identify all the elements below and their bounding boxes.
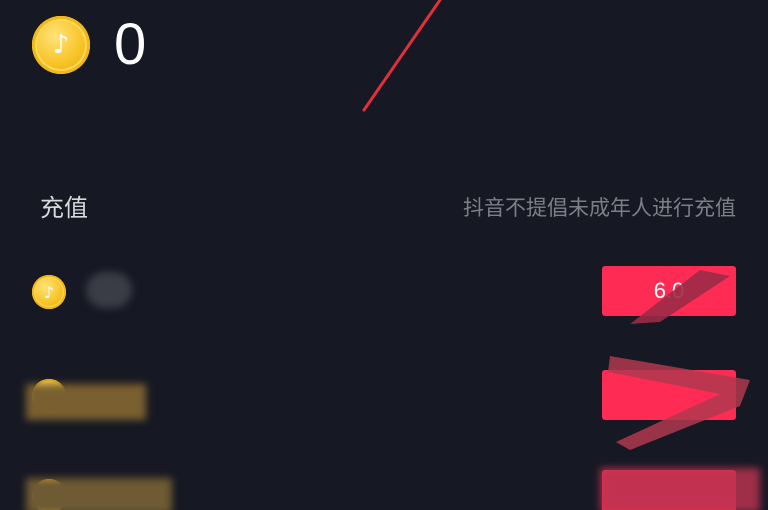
recharge-page: ♪ 0 充值 抖音不提倡未成年人进行充值 ♪ 6.0 ♪ ♪ (0, 0, 768, 510)
recharge-title: 充值 (40, 195, 88, 222)
scribble-redaction (600, 468, 760, 510)
redacted-amount (26, 478, 172, 510)
coin-balance: ♪ 0 (32, 14, 146, 76)
balance-value: 0 (114, 12, 147, 77)
recharge-option[interactable]: ♪ (0, 356, 768, 450)
coin-icon: ♪ (32, 275, 66, 309)
recharge-option[interactable]: ♪ 6.0 (0, 262, 768, 324)
redacted-amount (26, 384, 146, 420)
scribble-redaction (608, 356, 750, 450)
coin-glyph: ♪ (43, 282, 55, 302)
scribble-redaction (630, 270, 730, 324)
minor-notice: 抖音不提倡未成年人进行充值 (463, 197, 736, 220)
redacted-amount (86, 272, 132, 308)
coin-icon: ♪ (32, 16, 90, 74)
recharge-option[interactable]: ♪ (0, 466, 768, 510)
coin-glyph: ♪ (52, 30, 70, 60)
